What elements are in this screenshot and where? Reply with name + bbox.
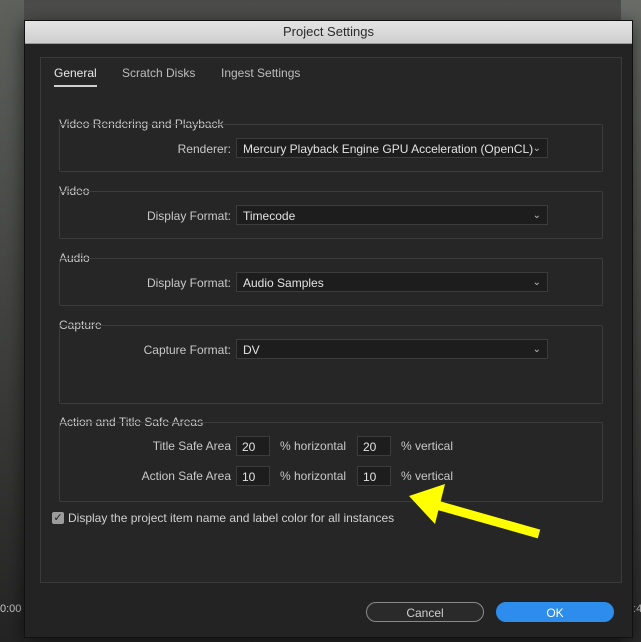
annotation-arrow-icon [409, 484, 541, 539]
chevron-down-icon: ⌄ [532, 143, 541, 154]
action-safe-horizontal-input[interactable]: 10 [236, 466, 270, 486]
title-safe-horizontal-unit: % horizontal [280, 439, 347, 453]
capture-format-label: Capture Format: [143, 343, 231, 357]
title-safe-label: Title Safe Area [152, 439, 231, 453]
video-display-format-dropdown[interactable]: Timecode ⌄ [236, 205, 548, 225]
chevron-down-icon: ⌄ [532, 210, 541, 221]
tab-general[interactable]: General [54, 66, 97, 87]
video-display-format-label: Display Format: [146, 209, 231, 223]
title-safe-horizontal-input[interactable]: 20 [236, 436, 270, 456]
capture-group [59, 325, 603, 404]
audio-display-format-label: Display Format: [146, 276, 231, 290]
tab-ingest-settings[interactable]: Ingest Settings [221, 66, 300, 80]
project-settings-dialog: Project Settings General Scratch Disks I… [24, 20, 633, 638]
ok-button[interactable]: OK [496, 602, 614, 622]
display-item-name-label: Display the project item name and label … [68, 511, 395, 525]
checkmark-icon: ✓ [53, 512, 63, 524]
dialog-title: Project Settings [25, 21, 632, 44]
tab-scratch-disks[interactable]: Scratch Disks [122, 66, 195, 80]
video-display-format-value: Timecode [243, 209, 296, 223]
audio-display-format-dropdown[interactable]: Audio Samples ⌄ [236, 272, 548, 292]
chevron-down-icon: ⌄ [532, 344, 541, 355]
action-safe-horizontal-unit: % horizontal [280, 469, 347, 483]
capture-format-dropdown[interactable]: DV ⌄ [236, 339, 548, 359]
renderer-label: Renderer: [177, 142, 231, 156]
action-safe-vertical-input[interactable]: 10 [357, 466, 391, 486]
title-safe-vertical-input[interactable]: 20 [357, 436, 391, 456]
title-safe-vertical-unit: % vertical [401, 439, 454, 453]
renderer-dropdown[interactable]: Mercury Playback Engine GPU Acceleration… [236, 138, 548, 158]
cancel-button[interactable]: Cancel [366, 602, 484, 622]
display-item-name-checkbox[interactable]: ✓ [52, 512, 64, 524]
capture-format-value: DV [243, 343, 260, 357]
background-left-strip [0, 0, 24, 642]
background-timecode-left: 0:00 [0, 603, 22, 615]
action-safe-label: Action Safe Area [141, 469, 231, 483]
chevron-down-icon: ⌄ [532, 277, 541, 288]
audio-display-format-value: Audio Samples [243, 276, 324, 290]
renderer-value: Mercury Playback Engine GPU Acceleration… [243, 142, 534, 156]
